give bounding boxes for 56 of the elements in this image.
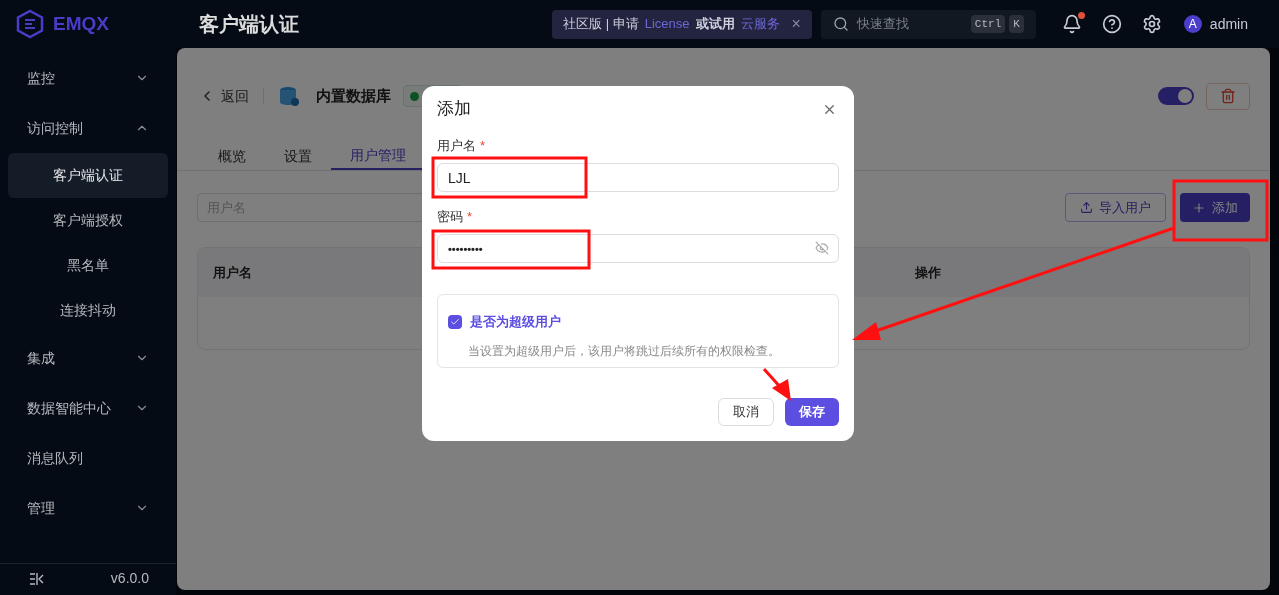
- field-label: 用户名: [437, 138, 476, 154]
- checkbox-label: 是否为超级用户: [470, 313, 561, 331]
- check-icon: [450, 316, 460, 327]
- upload-icon: [1080, 201, 1093, 214]
- required-mark: *: [467, 209, 473, 225]
- sidebar-item[interactable]: 管理: [8, 483, 168, 533]
- source-name: 内置数据库: [316, 85, 391, 106]
- back-link[interactable]: 返回: [221, 85, 249, 107]
- sidebar-item[interactable]: 数据智能中心: [8, 383, 168, 433]
- sidebar-item[interactable]: 集成: [8, 333, 168, 383]
- password-field[interactable]: •••••••••: [437, 234, 839, 263]
- logo-icon: [15, 9, 45, 39]
- sidebar-item[interactable]: 客户端授权: [8, 198, 168, 243]
- save-button[interactable]: 保存: [785, 398, 839, 426]
- sidebar-item[interactable]: 访问控制: [8, 103, 168, 153]
- user-name[interactable]: admin: [1209, 13, 1248, 35]
- brand-name: EMQX: [53, 11, 109, 36]
- annotation-arrow: [762, 368, 791, 401]
- tab[interactable]: 概览: [199, 143, 265, 170]
- notifications-button[interactable]: [1061, 14, 1082, 34]
- cancel-button[interactable]: 取消: [718, 398, 774, 426]
- sidebar-item[interactable]: 消息队列: [8, 433, 168, 483]
- column-header: 用户名: [212, 263, 253, 282]
- trash-icon: [1220, 88, 1236, 104]
- help-icon[interactable]: [1101, 14, 1122, 34]
- page-title: 客户端认证: [199, 12, 299, 37]
- dialog-title: 添加: [437, 98, 471, 120]
- banner-text: 社区版 | 申请: [563, 15, 639, 34]
- sidebar-item[interactable]: 连接抖动: [8, 288, 168, 333]
- shortcut-key: Ctrl: [970, 14, 1006, 34]
- field-label: 密码: [437, 209, 463, 225]
- version-label: v6.0.0: [110, 569, 149, 588]
- required-mark: *: [480, 138, 486, 154]
- add-button[interactable]: 添加: [1180, 193, 1250, 222]
- sidebar-item[interactable]: 监控: [8, 53, 168, 103]
- column-header: 操作: [915, 263, 941, 282]
- search-icon: [832, 16, 849, 32]
- superuser-checkbox[interactable]: [448, 314, 462, 329]
- enable-toggle[interactable]: [1158, 87, 1194, 105]
- search-field[interactable]: 快速查找 Ctrl K: [820, 9, 1036, 39]
- collapse-icon[interactable]: [29, 571, 45, 586]
- database-icon: [278, 85, 300, 107]
- search-placeholder: 快速查找: [856, 15, 909, 34]
- close-button[interactable]: ×: [791, 12, 801, 36]
- import-users-button[interactable]: 导入用户: [1065, 193, 1166, 222]
- shortcut-key: K: [1009, 14, 1024, 34]
- username-field[interactable]: LJL: [437, 163, 839, 192]
- plus-icon: [1192, 200, 1206, 215]
- sidebar-item[interactable]: 黑名单: [8, 243, 168, 288]
- banner-text: 或试用: [695, 15, 735, 34]
- sidebar-item[interactable]: 客户端认证: [8, 153, 168, 198]
- user-avatar[interactable]: A: [1183, 15, 1202, 33]
- settings-icon[interactable]: [1141, 14, 1162, 34]
- delete-button[interactable]: [1206, 82, 1250, 110]
- superuser-description: 当设置为超级用户后，该用户将跳过后续所有的权限检查。: [468, 342, 781, 360]
- tab[interactable]: 设置: [265, 143, 331, 170]
